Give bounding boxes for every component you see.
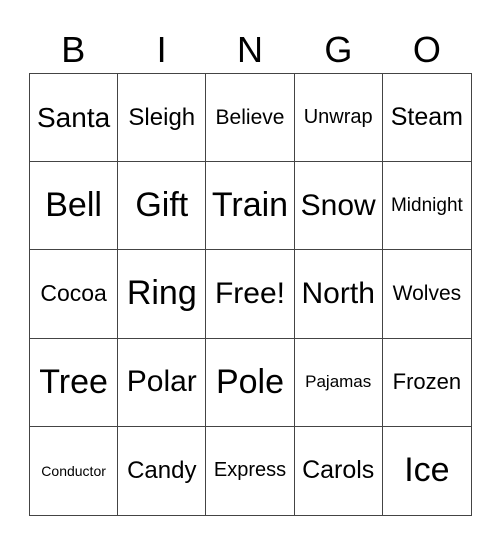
bingo-cell[interactable]: North	[294, 250, 383, 339]
header-letter-b: B	[61, 29, 86, 70]
bingo-cell[interactable]: Pajamas	[294, 338, 383, 427]
bingo-cell[interactable]: Candy	[118, 426, 207, 515]
bingo-cell[interactable]: Frozen	[382, 339, 471, 427]
bingo-cell[interactable]: Santa	[30, 74, 119, 163]
bingo-cell[interactable]: Conductor	[30, 426, 119, 515]
bingo-cell[interactable]: Train	[206, 162, 295, 251]
bingo-cell[interactable]: Wolves	[382, 250, 471, 339]
bingo-cell[interactable]: Gift	[118, 162, 207, 251]
bingo-header: B I N G O	[29, 28, 471, 72]
header-letter-i: I	[156, 29, 167, 70]
bingo-cell[interactable]: Carols	[295, 426, 383, 515]
bingo-cell[interactable]: Express	[206, 426, 295, 515]
bingo-cell[interactable]: Midnight	[382, 162, 471, 251]
bingo-cell[interactable]: Sleigh	[118, 74, 207, 163]
bingo-cell[interactable]: Ring	[118, 250, 207, 339]
header-letter-g: G	[324, 29, 353, 70]
bingo-cell[interactable]: Unwrap	[294, 74, 383, 163]
header-letter-o: O	[412, 29, 441, 70]
bingo-cell[interactable]: Bell	[30, 162, 119, 251]
bingo-cell[interactable]: Polar	[118, 338, 207, 427]
bingo-cell[interactable]: Pole	[206, 338, 295, 427]
bingo-cell[interactable]: Believe	[206, 74, 295, 163]
bingo-cell[interactable]: Free!	[206, 250, 295, 339]
bingo-cell[interactable]: Tree	[30, 338, 119, 427]
bingo-grid: Santa Sleigh Believe Unwrap Steam Bell Gift Tra…	[29, 73, 472, 516]
bingo-cell[interactable]: Cocoa	[30, 250, 119, 339]
bingo-cell[interactable]: Steam	[382, 74, 471, 163]
header-letter-n: N	[237, 29, 264, 70]
bingo-cell[interactable]: Snow	[294, 162, 383, 251]
bingo-cell[interactable]: Ice	[383, 427, 471, 515]
